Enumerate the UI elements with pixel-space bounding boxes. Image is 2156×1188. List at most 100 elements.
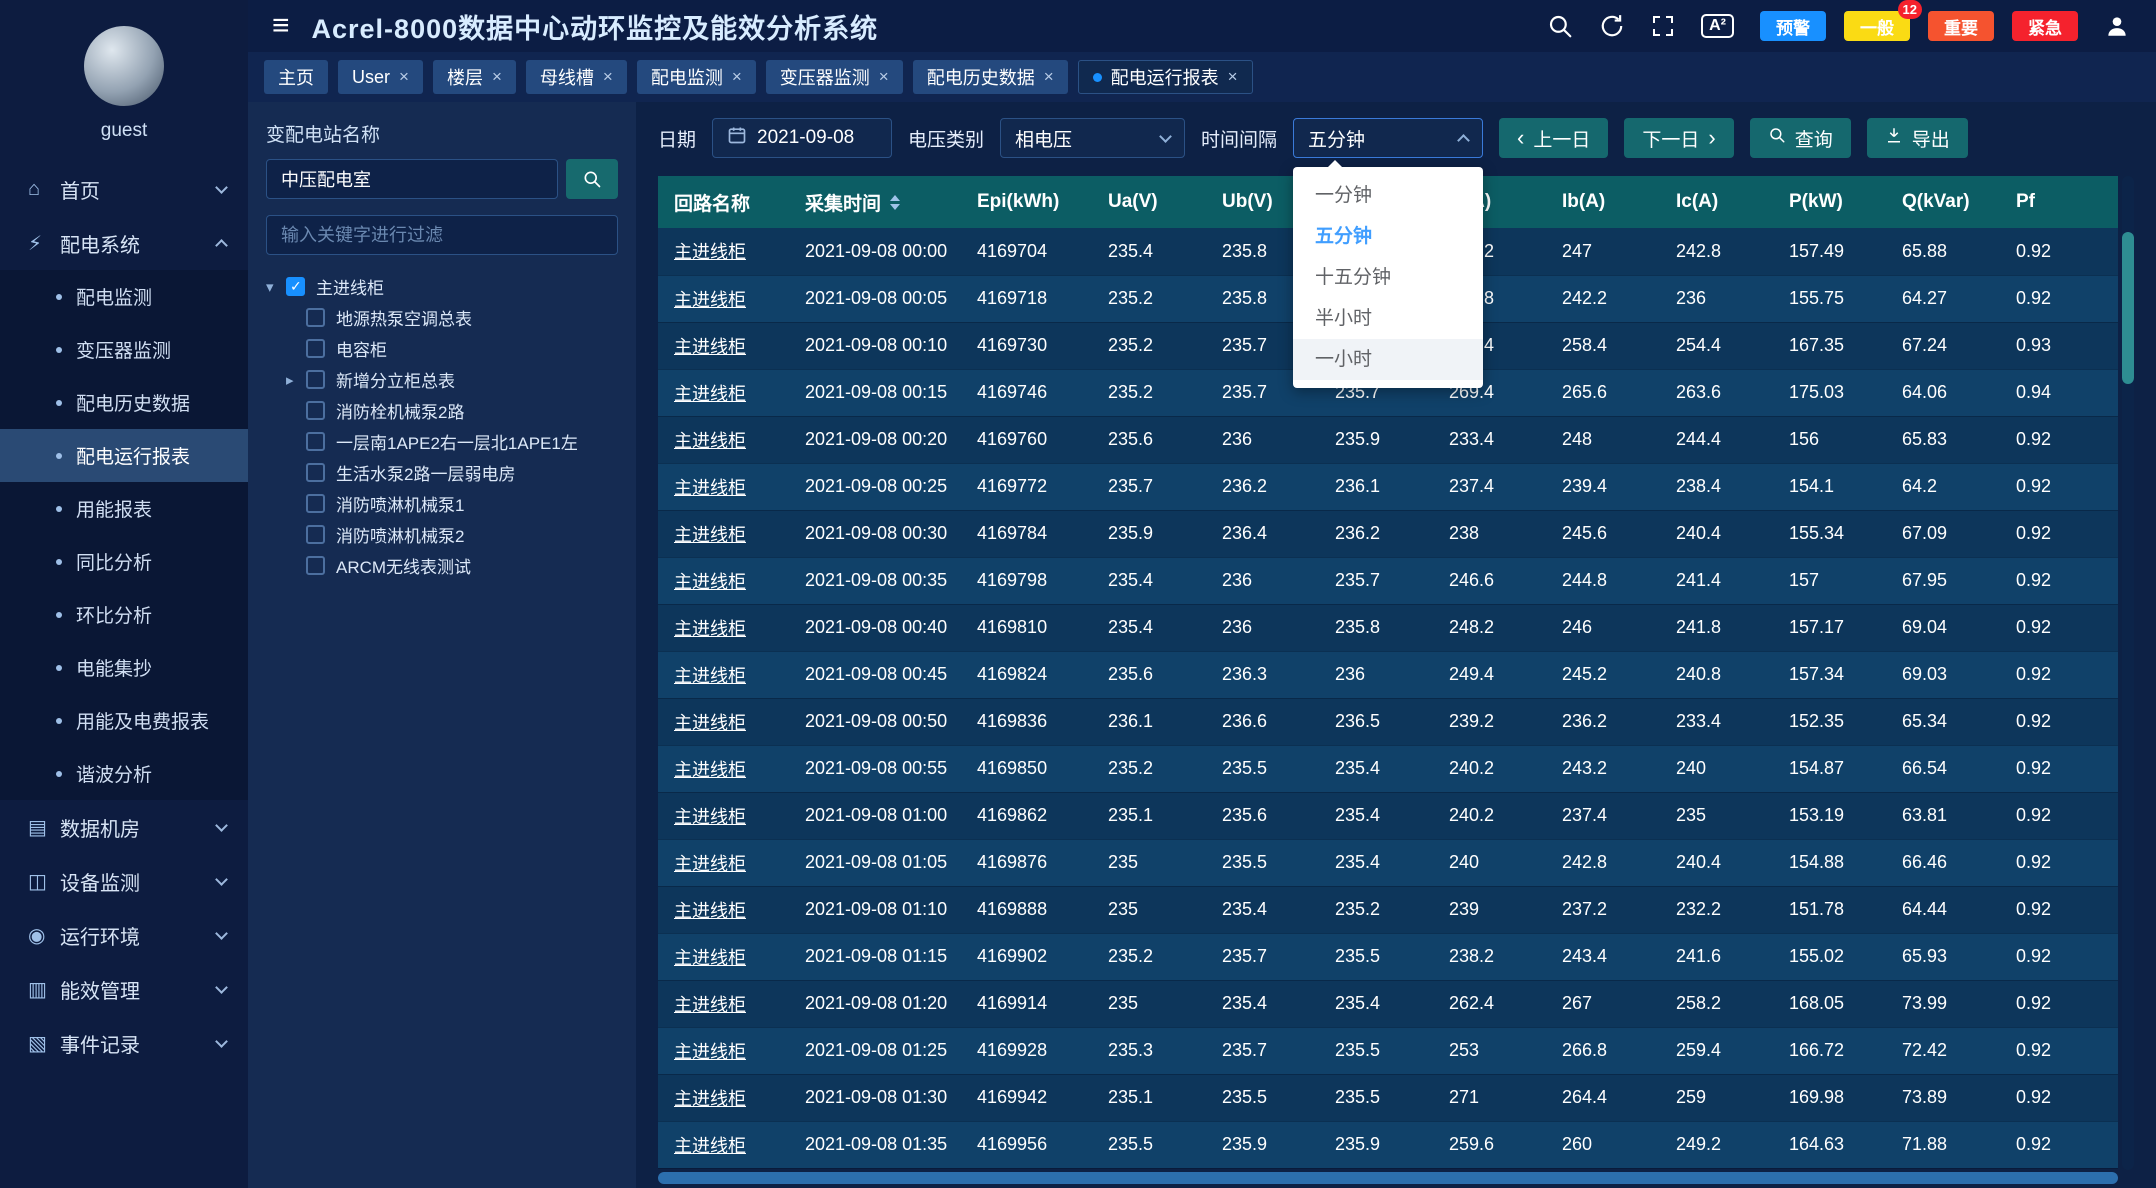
station-search-input[interactable] bbox=[266, 159, 558, 199]
circuit-name-cell[interactable]: 主进线柜 bbox=[658, 228, 789, 275]
sidebar-item[interactable]: ▤ 数据机房 bbox=[0, 800, 248, 854]
fullscreen-icon[interactable] bbox=[1651, 14, 1675, 38]
sidebar-subitem[interactable]: 同比分析 bbox=[0, 535, 248, 588]
alarm-button[interactable]: 一般 12 bbox=[1844, 11, 1910, 41]
checkbox[interactable] bbox=[306, 463, 325, 482]
circuit-name-cell[interactable]: 主进线柜 bbox=[658, 369, 789, 416]
table-row[interactable]: 主进线柜 2021-09-08 01:35 4169956 235.5 235.… bbox=[658, 1121, 2118, 1168]
table-row[interactable]: 主进线柜 2021-09-08 01:00 4169862 235.1 235.… bbox=[658, 792, 2118, 839]
voltage-type-select[interactable]: 相电压 bbox=[1000, 118, 1185, 158]
circuit-name-cell[interactable]: 主进线柜 bbox=[658, 698, 789, 745]
tree-filter-input[interactable] bbox=[266, 215, 618, 255]
dropdown-option[interactable]: 半小时 bbox=[1293, 298, 1483, 339]
close-icon[interactable]: × bbox=[1044, 67, 1054, 87]
checkbox[interactable] bbox=[306, 432, 325, 451]
table-row[interactable]: 主进线柜 2021-09-08 00:45 4169824 235.6 236.… bbox=[658, 651, 2118, 698]
tree-node[interactable]: 电容柜 bbox=[266, 333, 618, 364]
dropdown-option[interactable]: 五分钟 bbox=[1293, 216, 1483, 257]
close-icon[interactable]: × bbox=[492, 67, 502, 87]
circuit-name-cell[interactable]: 主进线柜 bbox=[658, 745, 789, 792]
column-header[interactable]: Ua(V) bbox=[1092, 176, 1206, 228]
prev-day-button[interactable]: ‹ 上一日 bbox=[1499, 118, 1608, 158]
close-icon[interactable]: × bbox=[879, 67, 889, 87]
circuit-name-cell[interactable]: 主进线柜 bbox=[658, 980, 789, 1027]
tab[interactable]: 变压器监测 × bbox=[766, 60, 903, 94]
caret-icon[interactable]: ▸ bbox=[286, 371, 306, 389]
tree-node-root[interactable]: ▾ 主进线柜 bbox=[266, 271, 618, 302]
query-button[interactable]: 查询 bbox=[1750, 118, 1851, 158]
circuit-name-cell[interactable]: 主进线柜 bbox=[658, 322, 789, 369]
date-picker[interactable]: 2021-09-08 bbox=[712, 118, 892, 158]
circuit-name-cell[interactable]: 主进线柜 bbox=[658, 1027, 789, 1074]
alarm-button[interactable]: 重要 bbox=[1928, 11, 1994, 41]
vertical-scrollbar[interactable] bbox=[2122, 176, 2134, 1170]
tree-node[interactable]: 消防喷淋机械泵1 bbox=[266, 488, 618, 519]
tree-node[interactable]: ARCM无线表测试 bbox=[266, 550, 618, 581]
circuit-name-cell[interactable]: 主进线柜 bbox=[658, 463, 789, 510]
sidebar-item[interactable]: ▧ 事件记录 bbox=[0, 1016, 248, 1070]
table-row[interactable]: 主进线柜 2021-09-08 01:10 4169888 235 235.4 … bbox=[658, 886, 2118, 933]
table-row[interactable]: 主进线柜 2021-09-08 01:30 4169942 235.1 235.… bbox=[658, 1074, 2118, 1121]
dropdown-option[interactable]: 十五分钟 bbox=[1293, 257, 1483, 298]
column-header[interactable]: 采集时间 bbox=[789, 176, 961, 228]
column-header[interactable]: Ib(A) bbox=[1546, 176, 1660, 228]
sort-icon[interactable] bbox=[890, 195, 900, 210]
circuit-name-cell[interactable]: 主进线柜 bbox=[658, 839, 789, 886]
close-icon[interactable]: × bbox=[399, 67, 409, 87]
close-icon[interactable]: × bbox=[603, 67, 613, 87]
circuit-name-cell[interactable]: 主进线柜 bbox=[658, 933, 789, 980]
table-row[interactable]: 主进线柜 2021-09-08 00:35 4169798 235.4 236 … bbox=[658, 557, 2118, 604]
tree-node[interactable]: 生活水泵2路一层弱电房 bbox=[266, 457, 618, 488]
tree-node[interactable]: 消防喷淋机械泵2 bbox=[266, 519, 618, 550]
circuit-name-cell[interactable]: 主进线柜 bbox=[658, 557, 789, 604]
checkbox[interactable] bbox=[286, 277, 305, 296]
close-icon[interactable]: × bbox=[732, 67, 742, 87]
sidebar-subitem[interactable]: 变压器监测 bbox=[0, 323, 248, 376]
alarm-button[interactable]: 紧急 bbox=[2012, 11, 2078, 41]
table-row[interactable]: 主进线柜 2021-09-08 01:25 4169928 235.3 235.… bbox=[658, 1027, 2118, 1074]
column-header[interactable]: P(kW) bbox=[1773, 176, 1886, 228]
circuit-name-cell[interactable]: 主进线柜 bbox=[658, 1121, 789, 1168]
table-row[interactable]: 主进线柜 2021-09-08 01:05 4169876 235 235.5 … bbox=[658, 839, 2118, 886]
caret-down-icon[interactable]: ▾ bbox=[266, 278, 286, 296]
checkbox[interactable] bbox=[306, 339, 325, 358]
refresh-icon[interactable] bbox=[1599, 13, 1625, 39]
checkbox[interactable] bbox=[306, 556, 325, 575]
font-size-icon[interactable]: A² bbox=[1701, 14, 1734, 38]
tab[interactable]: 配电监测 × bbox=[637, 60, 756, 94]
table-row[interactable]: 主进线柜 2021-09-08 00:55 4169850 235.2 235.… bbox=[658, 745, 2118, 792]
tab[interactable]: 配电历史数据 × bbox=[913, 60, 1068, 94]
checkbox[interactable] bbox=[306, 370, 325, 389]
column-header[interactable]: 回路名称 bbox=[658, 176, 789, 228]
user-icon[interactable] bbox=[2104, 13, 2130, 39]
menu-toggle-icon[interactable]: ≡ bbox=[272, 9, 290, 43]
tree-node[interactable]: 地源热泵空调总表 bbox=[266, 302, 618, 333]
table-row[interactable]: 主进线柜 2021-09-08 00:25 4169772 235.7 236.… bbox=[658, 463, 2118, 510]
sidebar-item[interactable]: ▥ 能效管理 bbox=[0, 962, 248, 1016]
table-row[interactable]: 主进线柜 2021-09-08 01:20 4169914 235 235.4 … bbox=[658, 980, 2118, 1027]
column-header[interactable]: Pf bbox=[2000, 176, 2118, 228]
tab[interactable]: 楼层 × bbox=[433, 60, 516, 94]
dropdown-option[interactable]: 一小时 bbox=[1293, 339, 1483, 380]
table-row[interactable]: 主进线柜 2021-09-08 00:50 4169836 236.1 236.… bbox=[658, 698, 2118, 745]
sidebar-item-power[interactable]: ⚡ 配电系统 bbox=[0, 216, 248, 270]
circuit-name-cell[interactable]: 主进线柜 bbox=[658, 1074, 789, 1121]
circuit-name-cell[interactable]: 主进线柜 bbox=[658, 792, 789, 839]
sidebar-subitem[interactable]: 配电监测 bbox=[0, 270, 248, 323]
interval-select[interactable]: 五分钟 bbox=[1293, 118, 1483, 158]
sidebar-subitem[interactable]: 配电历史数据 bbox=[0, 376, 248, 429]
search-icon[interactable] bbox=[1547, 13, 1573, 39]
dropdown-option[interactable]: 一分钟 bbox=[1293, 175, 1483, 216]
alarm-button[interactable]: 预警 bbox=[1760, 11, 1826, 41]
sidebar-subitem[interactable]: 配电运行报表 bbox=[0, 429, 248, 482]
checkbox[interactable] bbox=[306, 401, 325, 420]
tree-node[interactable]: 消防栓机械泵2路 bbox=[266, 395, 618, 426]
circuit-name-cell[interactable]: 主进线柜 bbox=[658, 886, 789, 933]
tab[interactable]: 主页 bbox=[264, 60, 328, 94]
next-day-button[interactable]: 下一日 › bbox=[1624, 118, 1733, 158]
table-row[interactable]: 主进线柜 2021-09-08 00:30 4169784 235.9 236.… bbox=[658, 510, 2118, 557]
sidebar-subitem[interactable]: 谐波分析 bbox=[0, 747, 248, 800]
circuit-name-cell[interactable]: 主进线柜 bbox=[658, 604, 789, 651]
circuit-name-cell[interactable]: 主进线柜 bbox=[658, 416, 789, 463]
column-header[interactable]: Ic(A) bbox=[1660, 176, 1773, 228]
